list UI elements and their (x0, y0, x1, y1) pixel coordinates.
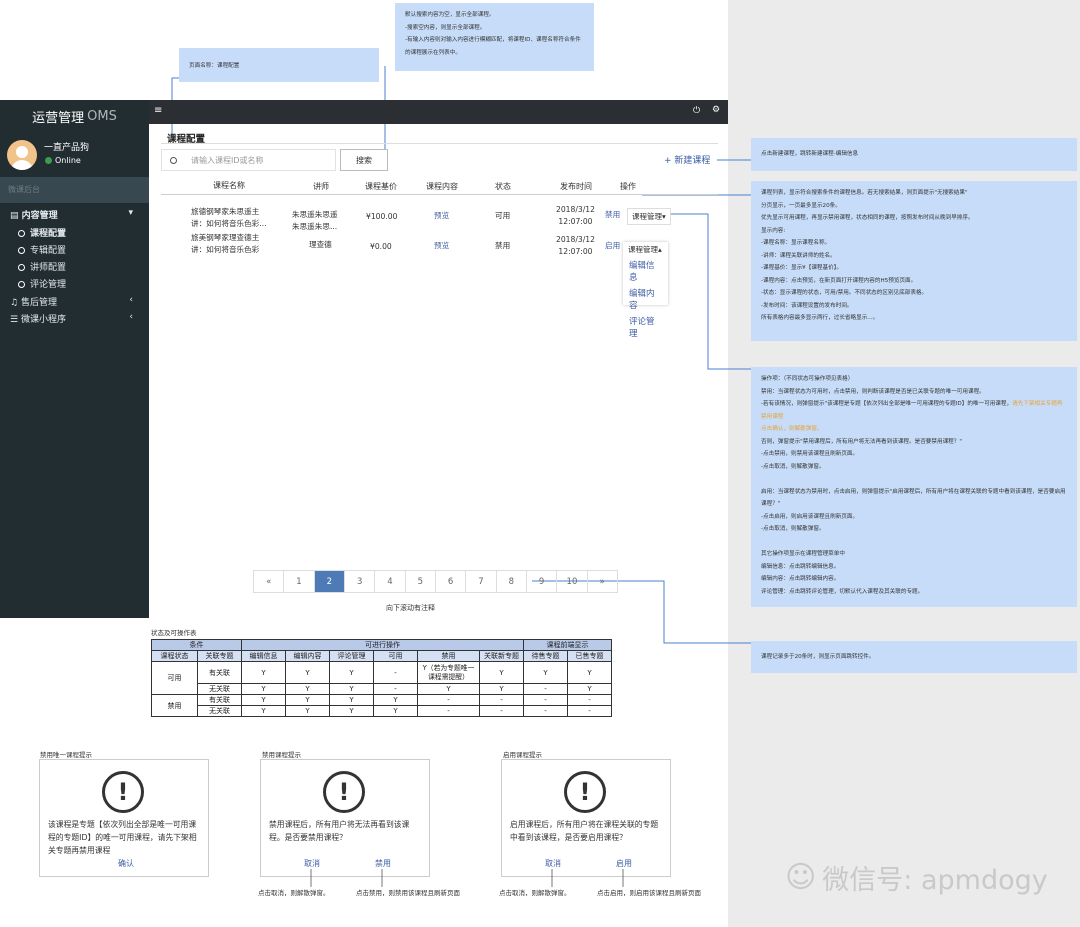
watermark: ☺ 微信号: apmdogy (785, 860, 1048, 896)
wechat-icon: ☺ (785, 860, 817, 895)
caption-connectors (310, 869, 624, 887)
